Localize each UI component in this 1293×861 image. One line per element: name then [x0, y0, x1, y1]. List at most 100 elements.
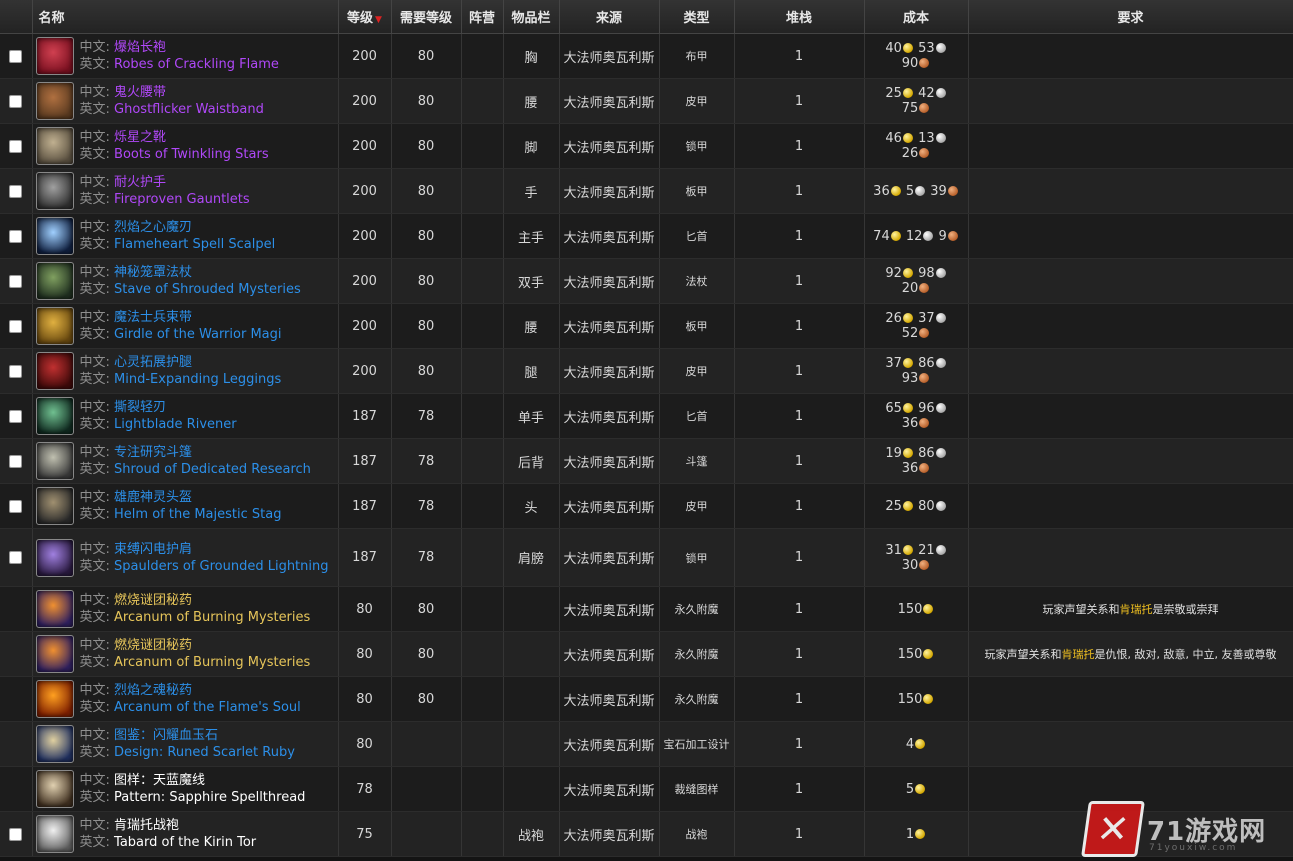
item-en-name[interactable]: Spaulders of Grounded Lightning	[114, 559, 328, 574]
item-en-name[interactable]: Pattern: Sapphire Spellthread	[114, 790, 305, 805]
row-checkbox[interactable]	[9, 319, 23, 333]
scroll-icon[interactable]	[35, 725, 74, 763]
item-source[interactable]: 大法师奥瓦利斯	[563, 784, 654, 799]
item-en-name[interactable]: Girdle of the Warrior Magi	[114, 327, 281, 342]
item-cn-name[interactable]: 烈焰之魂秘药	[114, 683, 192, 698]
tabard-icon[interactable]	[35, 815, 74, 853]
item-en-name[interactable]: Boots of Twinkling Stars	[114, 147, 269, 162]
helm-icon[interactable]	[35, 487, 74, 525]
item-cn-name[interactable]: 束缚闪电护肩	[114, 542, 192, 557]
row-checkbox[interactable]	[9, 827, 23, 841]
item-source[interactable]: 大法师奥瓦利斯	[563, 51, 654, 66]
item-cn-name[interactable]: 神秘笼罩法杖	[114, 265, 192, 280]
flame-icon[interactable]	[35, 680, 74, 718]
item-cn-name[interactable]: 魔法士兵束带	[114, 310, 192, 325]
row-checkbox[interactable]	[9, 274, 23, 288]
column-header-level[interactable]: 等级 ▼	[338, 0, 392, 34]
item-cn-name[interactable]: 心灵拓展护腿	[114, 355, 192, 370]
item-cn-name[interactable]: 图样：天蓝魔线	[114, 773, 205, 788]
column-header-type[interactable]: 类型	[659, 0, 735, 34]
requirement-faction-link[interactable]: 肯瑞托	[1120, 603, 1153, 616]
item-source[interactable]: 大法师奥瓦利斯	[563, 604, 654, 619]
row-checkbox[interactable]	[9, 364, 23, 378]
row-checkbox[interactable]	[9, 409, 23, 423]
row-checkbox[interactable]	[9, 94, 23, 108]
item-source[interactable]: 大法师奥瓦利斯	[563, 231, 654, 246]
item-en-name[interactable]: Tabard of the Kirin Tor	[114, 835, 256, 850]
row-checkbox[interactable]	[9, 499, 23, 513]
item-cn-name[interactable]: 烈焰之心魔刃	[114, 220, 192, 235]
column-header-stack[interactable]: 堆栈	[734, 0, 865, 34]
en-label: 英文:	[79, 507, 110, 522]
item-en-name[interactable]: Stave of Shrouded Mysteries	[114, 282, 301, 297]
item-en-name[interactable]: Shroud of Dedicated Research	[114, 462, 311, 477]
item-en-name[interactable]: Robes of Crackling Flame	[114, 57, 279, 72]
cost-line: 26	[865, 146, 968, 161]
column-header-cost[interactable]: 成本	[864, 0, 969, 34]
cost-silver-amount: 42	[918, 86, 935, 101]
item-source[interactable]: 大法师奥瓦利斯	[563, 456, 654, 471]
item-cn-name[interactable]: 烁星之靴	[114, 130, 166, 145]
robe-icon[interactable]	[35, 37, 74, 75]
item-cn-name[interactable]: 燃烧谜团秘药	[114, 593, 192, 608]
column-header-requirement[interactable]: 要求	[968, 0, 1293, 34]
item-en-name[interactable]: Fireproven Gauntlets	[114, 192, 250, 207]
item-cn-name[interactable]: 爆焰长袍	[114, 40, 166, 55]
belt-icon[interactable]	[35, 82, 74, 120]
item-source[interactable]: 大法师奥瓦利斯	[563, 276, 654, 291]
item-source[interactable]: 大法师奥瓦利斯	[563, 829, 654, 844]
row-checkbox[interactable]	[9, 184, 23, 198]
item-source[interactable]: 大法师奥瓦利斯	[563, 366, 654, 381]
row-checkbox[interactable]	[9, 139, 23, 153]
item-source[interactable]: 大法师奥瓦利斯	[563, 501, 654, 516]
item-cn-name[interactable]: 燃烧谜团秘药	[114, 638, 192, 653]
item-en-name[interactable]: Flameheart Spell Scalpel	[114, 237, 275, 252]
cloak-icon[interactable]	[35, 442, 74, 480]
item-en-name[interactable]: Ghostflicker Waistband	[114, 102, 264, 117]
item-cn-name[interactable]: 撕裂轻刃	[114, 400, 166, 415]
item-source[interactable]: 大法师奥瓦利斯	[563, 96, 654, 111]
item-source[interactable]: 大法师奥瓦利斯	[563, 694, 654, 709]
row-checkbox[interactable]	[9, 551, 23, 564]
item-source[interactable]: 大法师奥瓦利斯	[563, 739, 654, 754]
item-source[interactable]: 大法师奥瓦利斯	[563, 552, 654, 567]
arcanum-icon[interactable]	[35, 635, 74, 673]
row-checkbox[interactable]	[9, 454, 23, 468]
item-source[interactable]: 大法师奥瓦利斯	[563, 141, 654, 156]
column-header-slot[interactable]: 物品栏	[503, 0, 560, 34]
item-en-name[interactable]: Mind-Expanding Leggings	[114, 372, 281, 387]
row-checkbox[interactable]	[9, 229, 23, 243]
gauntlets-icon[interactable]	[35, 172, 74, 210]
column-header-faction[interactable]: 阵营	[461, 0, 504, 34]
item-source[interactable]: 大法师奥瓦利斯	[563, 186, 654, 201]
item-cn-name[interactable]: 专注研究斗篷	[114, 445, 192, 460]
item-cn-name[interactable]: 鬼火腰带	[114, 85, 166, 100]
boots-icon[interactable]	[35, 127, 74, 165]
item-source[interactable]: 大法师奥瓦利斯	[563, 411, 654, 426]
item-cn-name[interactable]: 图鉴：闪耀血玉石	[114, 728, 218, 743]
leggings-icon[interactable]	[35, 352, 74, 390]
item-cn-name[interactable]: 耐火护手	[114, 175, 166, 190]
requirement-faction-link[interactable]: 肯瑞托	[1062, 648, 1095, 661]
item-cn-name[interactable]: 雄鹿神灵头盔	[114, 490, 192, 505]
column-header-name[interactable]: 名称	[32, 0, 339, 34]
blade-icon[interactable]	[35, 397, 74, 435]
item-cn-name[interactable]: 肯瑞托战袍	[114, 818, 179, 833]
column-header-source[interactable]: 来源	[559, 0, 660, 34]
column-header-req-level[interactable]: 需要等级	[391, 0, 462, 34]
pattern-icon[interactable]	[35, 770, 74, 808]
staff-icon[interactable]	[35, 262, 74, 300]
item-en-name[interactable]: Helm of the Majestic Stag	[114, 507, 281, 522]
spaulders-icon[interactable]	[35, 538, 74, 577]
girdle-icon[interactable]	[35, 307, 74, 345]
item-en-name[interactable]: Lightblade Rivener	[114, 417, 237, 432]
item-en-name[interactable]: Arcanum of Burning Mysteries	[114, 610, 310, 625]
dagger-icon[interactable]	[35, 217, 74, 255]
item-en-name[interactable]: Arcanum of Burning Mysteries	[114, 655, 310, 670]
arcanum-icon[interactable]	[35, 590, 74, 628]
row-checkbox[interactable]	[9, 49, 23, 63]
item-en-name[interactable]: Design: Runed Scarlet Ruby	[114, 745, 295, 760]
item-source[interactable]: 大法师奥瓦利斯	[563, 321, 654, 336]
item-source[interactable]: 大法师奥瓦利斯	[563, 649, 654, 664]
item-en-name[interactable]: Arcanum of the Flame's Soul	[114, 700, 301, 715]
